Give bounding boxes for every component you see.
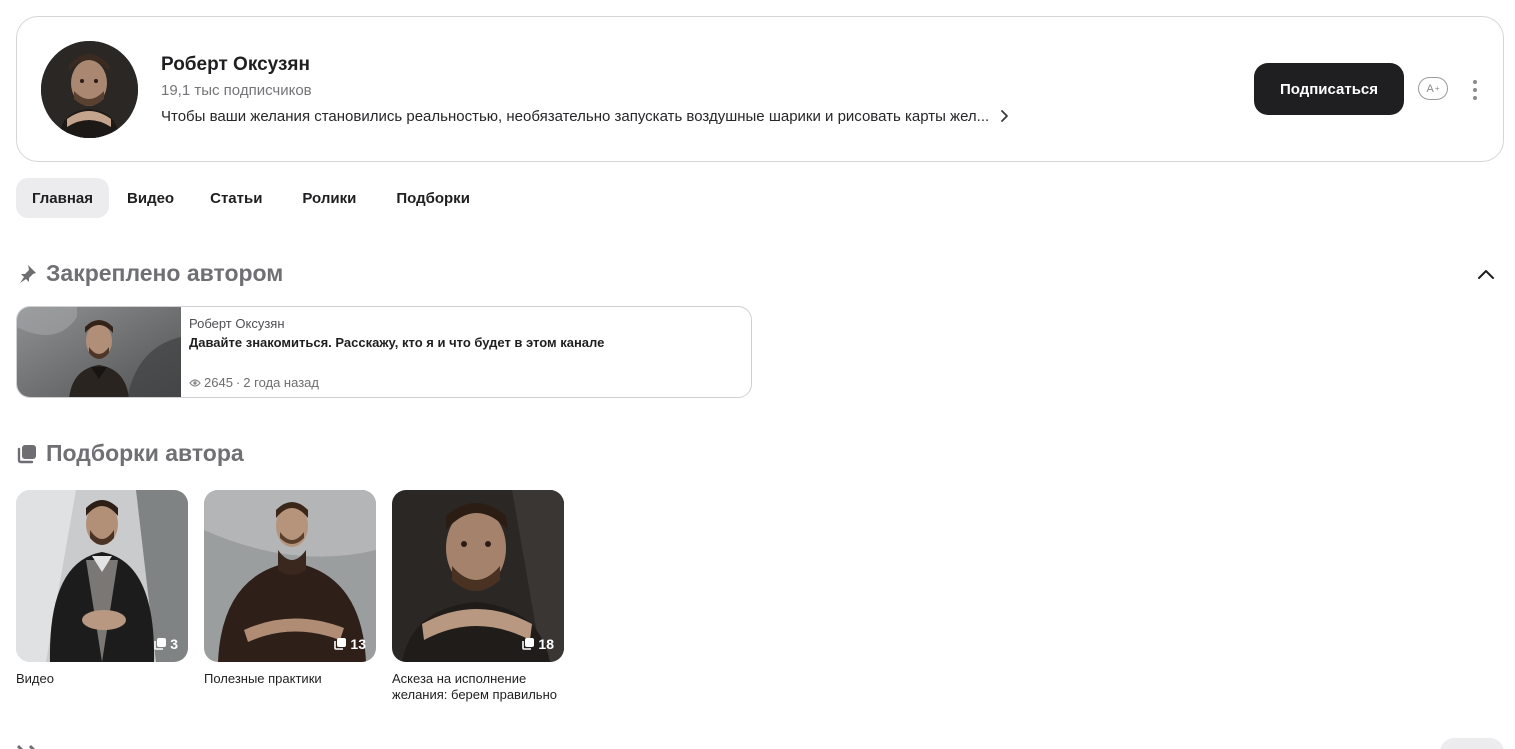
channel-avatar[interactable]: [41, 41, 138, 138]
collection-card[interactable]: 13 Полезные практики: [204, 490, 376, 687]
collections-section-header: Подборки автора: [16, 440, 244, 467]
more-dot: [1473, 88, 1477, 92]
view-count: 2645: [204, 375, 233, 390]
subscribe-button[interactable]: Подписаться: [1254, 63, 1404, 115]
next-section-icon: [16, 744, 36, 749]
pinned-article-thumbnail: [17, 307, 181, 397]
pinned-article-author[interactable]: Роберт Оксузян: [189, 316, 285, 331]
pinned-article-title[interactable]: Давайте знакомиться. Расскажу, кто я и ч…: [189, 335, 604, 350]
font-size-icon-plus: +: [1434, 84, 1440, 93]
collection-thumbnail: 18: [392, 490, 564, 662]
collection-card[interactable]: 18 Аскеза на исполнение желания: берем п…: [392, 490, 564, 703]
tab-collections[interactable]: Подборки: [378, 178, 488, 218]
collections-section-title: Подборки автора: [46, 440, 244, 466]
tab-shorts[interactable]: Ролики: [284, 178, 374, 218]
collection-count: 13: [350, 636, 366, 652]
pinned-article-meta: 2645 · 2 года назад: [189, 375, 319, 390]
collection-count: 3: [170, 636, 178, 652]
channel-page: Роберт Оксузян 19,1 тыс подписчиков Чтоб…: [0, 0, 1515, 749]
tab-main[interactable]: Главная: [16, 178, 110, 218]
collection-count-badge: 3: [153, 636, 178, 652]
chevron-right-icon: [1001, 110, 1009, 122]
collection-title[interactable]: Полезные практики: [204, 671, 380, 687]
pinned-section-title: Закреплено автором: [46, 260, 284, 286]
collection-card[interactable]: 3 Видео: [16, 490, 188, 687]
collection-count-badge: 13: [333, 636, 366, 652]
collections-icon: [522, 638, 535, 650]
meta-separator: ·: [235, 375, 241, 390]
channel-tabs: Главная Видео Статьи Ролики Подборки: [16, 178, 492, 218]
section-nav-button[interactable]: [1440, 738, 1504, 749]
more-dot: [1473, 96, 1477, 100]
collection-title[interactable]: Видео: [16, 671, 192, 687]
pin-icon: [20, 264, 36, 283]
pinned-section-header: Закреплено автором: [16, 260, 283, 287]
font-size-icon-letter: A: [1426, 82, 1434, 95]
collections-icon: [17, 444, 36, 463]
eye-icon: [189, 378, 201, 387]
more-vertical-icon[interactable]: [1465, 77, 1485, 103]
collection-count-badge: 18: [521, 636, 554, 652]
channel-description: Чтобы ваши желания становились реальност…: [161, 107, 990, 125]
collections-icon: [334, 638, 347, 650]
more-dot: [1473, 80, 1477, 84]
channel-name[interactable]: Роберт Оксузян: [161, 54, 310, 76]
pinned-article-card[interactable]: Роберт Оксузян Давайте знакомиться. Расс…: [16, 306, 752, 398]
collection-count: 18: [538, 636, 554, 652]
publish-age: 2 года назад: [243, 375, 319, 390]
channel-header-card: Роберт Оксузян 19,1 тыс подписчиков Чтоб…: [16, 16, 1504, 162]
chevron-up-icon[interactable]: [1476, 265, 1496, 283]
collection-thumbnail: 13: [204, 490, 376, 662]
collection-title[interactable]: Аскеза на исполнение желания: берем прав…: [392, 671, 568, 703]
channel-description-row[interactable]: Чтобы ваши желания становились реальност…: [161, 106, 1011, 126]
subscriber-count: 19,1 тыс подписчиков: [161, 82, 312, 99]
collections-icon: [154, 638, 167, 650]
font-size-icon[interactable]: A +: [1418, 77, 1448, 100]
collection-thumbnail: 3: [16, 490, 188, 662]
tab-video[interactable]: Видео: [113, 178, 188, 218]
tab-articles[interactable]: Статьи: [192, 178, 280, 218]
